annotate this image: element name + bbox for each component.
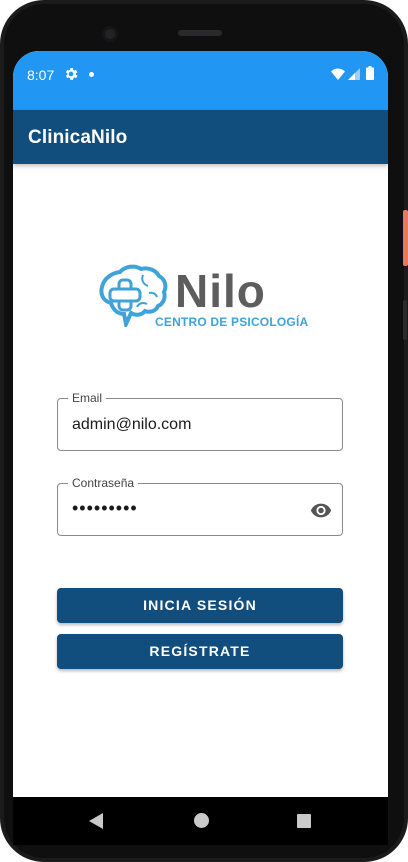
back-icon[interactable] [89,813,103,829]
password-value[interactable]: ••••••••• [72,498,138,519]
battery-icon [366,66,374,80]
gear-icon [65,68,78,80]
app-screen: 8:07 ClinicaNilo Nilo CENTRO DE PSICOLOG… [13,51,388,797]
home-icon[interactable] [194,813,209,828]
recents-icon[interactable] [297,814,311,828]
system-nav-bar [13,797,388,845]
register-button[interactable]: REGÍSTRATE [57,634,343,669]
password-label: Contraseña [68,476,139,490]
password-field[interactable]: Contraseña ••••••••• [57,476,343,536]
status-time: 8:07 [27,67,55,83]
volume-button [403,300,407,340]
clinic-logo: Nilo CENTRO DE PSICOLOGÍA [97,263,308,335]
signal-icon [348,68,360,80]
front-camera [102,26,118,42]
earpiece-speaker [178,30,222,36]
login-button[interactable]: INICIA SESIÓN [57,588,343,623]
email-field[interactable]: Email admin@nilo.com [57,391,343,451]
email-label: Email [68,391,107,405]
app-bar: ClinicaNilo [13,110,388,164]
logo-subtitle: CENTRO DE PSICOLOGÍA [155,315,309,329]
app-title: ClinicaNilo [28,127,128,148]
email-value[interactable]: admin@nilo.com [72,416,191,434]
wifi-icon [331,68,345,80]
power-button [403,210,408,266]
eye-icon[interactable] [309,499,333,521]
status-bar: 8:07 [13,51,388,110]
notification-dot-icon [89,72,94,77]
logo-wordmark: Nilo [175,265,266,317]
